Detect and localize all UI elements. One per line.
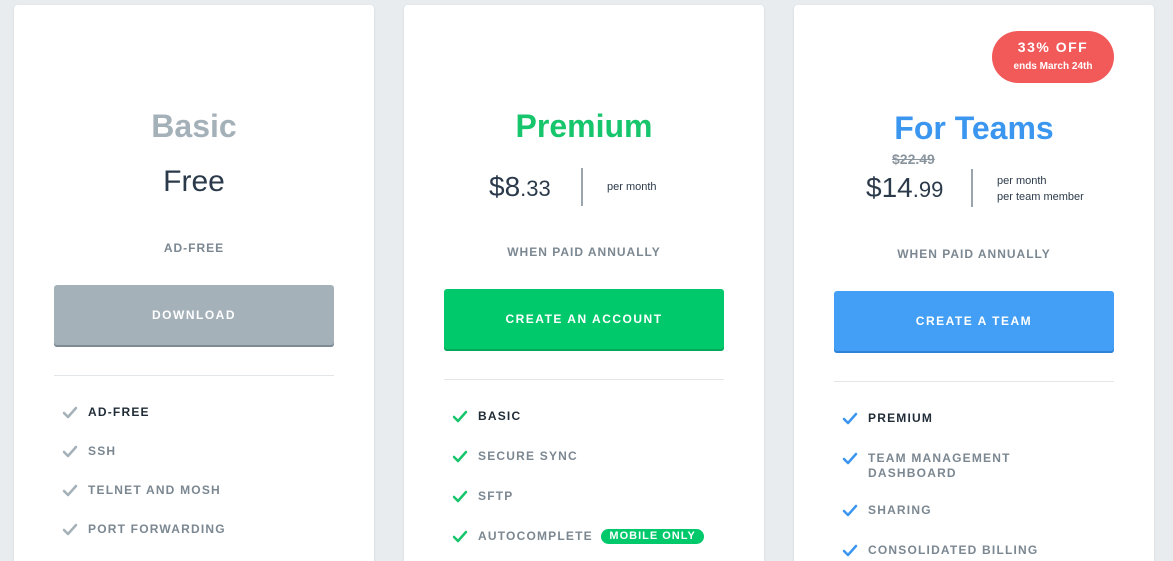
price-row: $14.99 per month per team member (794, 169, 1154, 209)
plan-title: Basic (151, 108, 237, 144)
list-item: SFTP (452, 489, 704, 504)
feature-label: SECURE SYNC (478, 449, 578, 463)
price-cents: .33 (520, 176, 551, 201)
check-icon (62, 405, 78, 420)
plan-billing-note: WHEN PAID ANNUALLY (897, 247, 1051, 261)
create-team-button[interactable]: CREATE A TEAM (834, 291, 1114, 353)
discount-subtitle: ends March 24th (1013, 61, 1093, 72)
download-button[interactable]: DOWNLOAD (54, 285, 334, 347)
check-icon (62, 444, 78, 459)
price-cents: .99 (912, 177, 944, 202)
feature-label: CONSOLIDATED BILLING (868, 543, 1039, 557)
plan-card-basic: Basic Free AD-FREE DOWNLOAD AD-FREE SSH … (14, 5, 374, 561)
price-period-line: per month (997, 175, 1047, 187)
plan-card-premium: Premium $8.33 per month WHEN PAID ANNUAL… (404, 5, 764, 561)
list-item: AUTOCOMPLETE MOBILE ONLY (452, 529, 704, 544)
old-price: $22.49 (892, 151, 935, 167)
plan-price: $8.33 (489, 171, 551, 203)
feature-label: SSH (88, 444, 117, 458)
price-dollars: $14 (866, 172, 913, 203)
list-item: SSH (62, 444, 226, 459)
list-item: TELNET AND MOSH (62, 483, 226, 498)
feature-label: TELNET AND MOSH (88, 483, 221, 497)
feature-list: PREMIUM TEAM MANAGEMENT DASHBOARD SHARIN… (842, 411, 1038, 558)
divider (834, 381, 1114, 382)
plan-billing-note: AD-FREE (163, 241, 225, 255)
check-icon (842, 411, 858, 426)
list-item: PREMIUM (842, 411, 1038, 426)
mobile-only-badge: MOBILE ONLY (601, 529, 704, 544)
list-item: PORT FORWARDING (62, 522, 226, 537)
plan-card-teams: 33% OFF ends March 24th For Teams $22.49… (794, 5, 1154, 561)
check-icon (452, 449, 468, 464)
plan-price: $14.99 (866, 172, 943, 204)
check-icon (842, 451, 858, 466)
check-icon (62, 483, 78, 498)
feature-label: PORT FORWARDING (88, 522, 226, 536)
price-divider (971, 169, 973, 207)
check-icon (452, 409, 468, 424)
feature-list: AD-FREE SSH TELNET AND MOSH PORT FORWARD… (62, 405, 226, 537)
feature-list: BASIC SECURE SYNC SFTP AUTOCOMPLETE MOBI… (452, 409, 704, 544)
divider (54, 375, 334, 376)
list-item: SHARING (842, 503, 1038, 518)
list-item: TEAM MANAGEMENT DASHBOARD (842, 451, 1038, 481)
list-item: AD-FREE (62, 405, 226, 420)
plan-title: For Teams (894, 110, 1054, 146)
feature-label: TEAM MANAGEMENT (868, 451, 1011, 465)
price-dollars: $8 (489, 171, 521, 202)
price-row: $8.33 per month (404, 168, 764, 208)
check-icon (62, 522, 78, 537)
check-icon (452, 529, 468, 544)
divider (444, 379, 724, 380)
price-period: per month (607, 181, 657, 193)
feature-label: SFTP (478, 489, 514, 503)
check-icon (842, 543, 858, 558)
list-item: SECURE SYNC (452, 449, 704, 464)
create-account-button[interactable]: CREATE AN ACCOUNT (444, 289, 724, 351)
check-icon (842, 503, 858, 518)
feature-label: DASHBOARD (868, 466, 957, 480)
feature-label: AUTOCOMPLETE (478, 529, 593, 543)
price-period-line: per team member (997, 191, 1084, 203)
plan-price: Free (163, 165, 225, 198)
discount-badge: 33% OFF ends March 24th (992, 31, 1114, 83)
feature-label: AD-FREE (88, 405, 150, 419)
feature-label: BASIC (478, 409, 522, 423)
check-icon (452, 489, 468, 504)
feature-label: SHARING (868, 503, 932, 517)
plan-title: Premium (515, 108, 653, 144)
discount-title: 33% OFF (1017, 39, 1089, 55)
list-item: CONSOLIDATED BILLING (842, 543, 1038, 558)
price-divider (581, 168, 583, 206)
plan-billing-note: WHEN PAID ANNUALLY (507, 245, 661, 259)
feature-label: PREMIUM (868, 411, 934, 425)
price-period: per month per team member (997, 173, 1084, 205)
list-item: BASIC (452, 409, 704, 424)
